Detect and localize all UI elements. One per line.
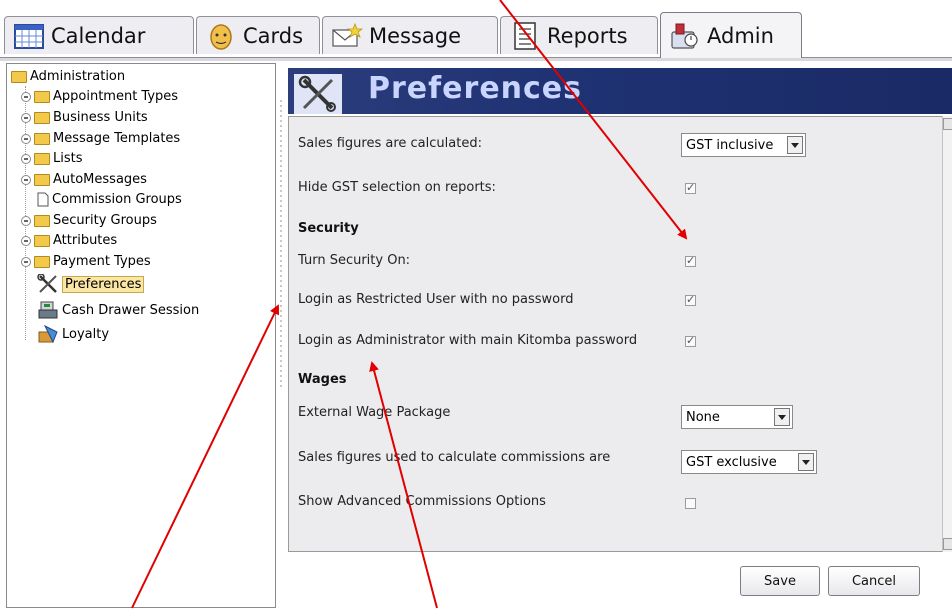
tree-node-loyalty[interactable]: Loyalty [37, 324, 109, 344]
tree-node-label: Security Groups [53, 213, 157, 228]
expand-icon[interactable] [21, 112, 31, 123]
tools-icon [294, 74, 342, 114]
tree-node-message-templates[interactable]: Message Templates [21, 130, 180, 147]
face-icon [210, 23, 232, 50]
wage-package-select[interactable]: None [681, 405, 793, 429]
expand-icon[interactable] [21, 256, 31, 267]
tree-root-administration[interactable]: Administration [11, 68, 125, 85]
scroll-up-icon[interactable] [943, 118, 952, 130]
dropdown-arrow-icon[interactable] [787, 136, 803, 154]
calendar-icon [14, 23, 44, 49]
advanced-commissions-checkbox[interactable] [685, 498, 696, 509]
wage-package-label: External Wage Package [298, 405, 451, 420]
hide-gst-label: Hide GST selection on reports: [298, 180, 496, 195]
scroll-down-icon[interactable] [943, 538, 952, 550]
folder-icon [34, 90, 50, 103]
folder-icon [34, 255, 50, 268]
form-scrollbar[interactable] [942, 116, 952, 552]
advanced-commissions-label: Show Advanced Commissions Options [298, 494, 546, 509]
tree-node-label: Appointment Types [53, 89, 179, 104]
tab-admin[interactable]: Admin [660, 12, 802, 58]
tree-node-appointment-types[interactable]: Appointment Types [21, 88, 178, 105]
tree-node-label: Attributes [53, 233, 118, 248]
turn-security-checkbox[interactable] [685, 254, 696, 267]
sales-calc-value: GST inclusive [686, 137, 774, 153]
preferences-header: Preferences [288, 68, 952, 114]
tree-node-label: Cash Drawer Session [62, 302, 200, 318]
panel-splitter[interactable] [278, 100, 284, 390]
preferences-form: Sales figures are calculated: GST inclus… [288, 116, 952, 552]
wage-package-value: None [686, 409, 720, 425]
dropdown-arrow-icon[interactable] [774, 408, 790, 426]
tree-node-label: Loyalty [62, 326, 110, 342]
tab-bar-divider [0, 57, 952, 61]
expand-icon[interactable] [21, 235, 31, 246]
tree-node-automessages[interactable]: AutoMessages [21, 171, 147, 188]
wages-heading: Wages [298, 372, 347, 387]
admin-login-label: Login as Administrator with main Kitomba… [298, 333, 638, 348]
document-icon [37, 192, 49, 207]
folder-icon [11, 70, 27, 83]
expand-icon[interactable] [21, 153, 31, 164]
tab-label: Calendar [51, 23, 146, 48]
folder-icon [34, 173, 50, 186]
envelope-icon [332, 22, 363, 47]
tree-node-label: Administration [30, 69, 126, 84]
restricted-user-checkbox[interactable] [685, 293, 696, 306]
tree-node-attributes[interactable]: Attributes [21, 232, 117, 249]
tree-node-label: Lists [53, 151, 83, 166]
admin-tree-panel: Administration Appointment Types Busines… [6, 63, 276, 608]
tree-node-commission-groups[interactable]: Commission Groups [37, 191, 182, 208]
tree-node-payment-types[interactable]: Payment Types [21, 253, 151, 270]
loyalty-icon [38, 324, 58, 344]
tree-node-label: Payment Types [53, 254, 151, 269]
sales-calc-select[interactable]: GST inclusive [681, 133, 806, 157]
folder-icon [34, 214, 50, 227]
tab-bar: Calendar Cards Message Reports Admin [0, 0, 952, 64]
commission-label: Sales figures used to calculate commissi… [298, 450, 611, 465]
cash-register-icon [38, 301, 58, 319]
tab-reports[interactable]: Reports [500, 16, 658, 54]
hide-gst-checkbox[interactable] [685, 181, 696, 194]
cancel-button[interactable]: Cancel [828, 566, 920, 596]
expand-icon[interactable] [21, 174, 31, 185]
report-icon [514, 21, 536, 50]
tab-label: Cards [243, 23, 304, 48]
folder-icon [34, 132, 50, 145]
admin-login-checkbox[interactable] [685, 334, 696, 347]
tree-node-label: Commission Groups [52, 192, 182, 207]
tab-label: Reports [547, 23, 628, 48]
security-heading: Security [298, 221, 359, 236]
tree-node-label: Message Templates [53, 131, 181, 146]
restricted-user-label: Login as Restricted User with no passwor… [298, 292, 574, 307]
tab-message[interactable]: Message [322, 16, 498, 54]
tree-node-preferences[interactable]: Preferences [37, 274, 145, 294]
tree-node-cash-drawer-session[interactable]: Cash Drawer Session [37, 300, 199, 320]
turn-security-label: Turn Security On: [298, 253, 411, 268]
tab-label: Message [369, 23, 462, 48]
tab-cards[interactable]: Cards [196, 16, 320, 54]
expand-icon[interactable] [21, 133, 31, 144]
commission-select[interactable]: GST exclusive [681, 450, 817, 474]
folder-icon [34, 234, 50, 247]
tab-calendar[interactable]: Calendar [4, 16, 194, 54]
expand-icon[interactable] [21, 91, 31, 102]
sales-calc-label: Sales figures are calculated: [298, 136, 482, 151]
commission-value: GST exclusive [686, 454, 777, 470]
folder-icon [34, 152, 50, 165]
folder-icon [34, 111, 50, 124]
expand-icon[interactable] [21, 215, 31, 226]
dropdown-arrow-icon[interactable] [798, 453, 814, 471]
tree-node-lists[interactable]: Lists [21, 150, 83, 167]
admin-icon [671, 23, 698, 49]
tree-node-label: AutoMessages [53, 172, 147, 187]
page-title: Preferences [368, 71, 583, 106]
tools-icon [37, 274, 57, 293]
tab-label: Admin [707, 23, 774, 48]
save-button[interactable]: Save [740, 566, 820, 596]
tree-node-label: Business Units [53, 110, 148, 125]
tree-node-security-groups[interactable]: Security Groups [21, 212, 157, 229]
tree-node-label-selected: Preferences [62, 275, 145, 293]
tree-node-business-units[interactable]: Business Units [21, 109, 148, 126]
